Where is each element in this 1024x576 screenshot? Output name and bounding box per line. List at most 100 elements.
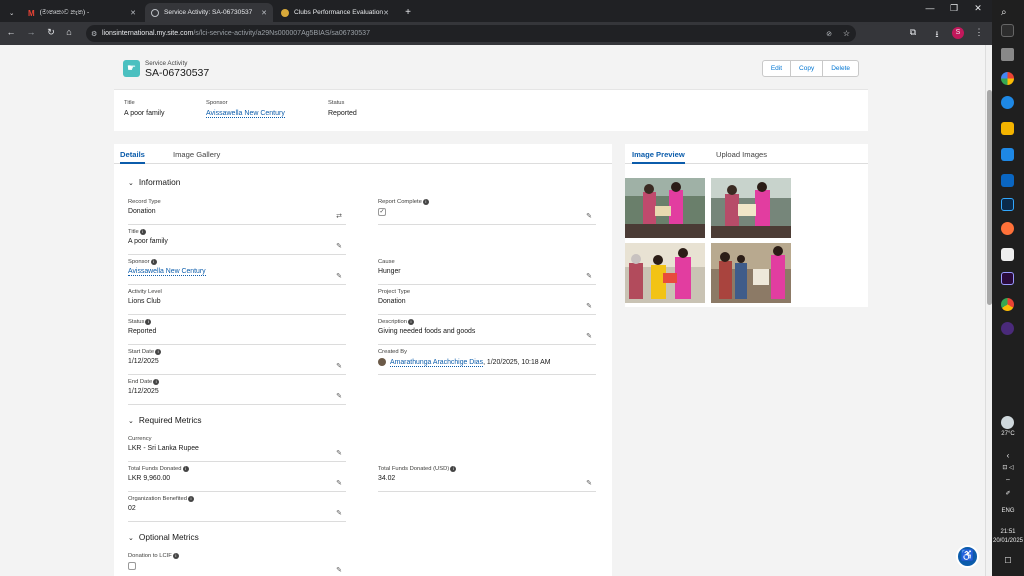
page-content: ☛ Service Activity SA-06730537 Edit Copy… bbox=[0, 45, 992, 576]
clock-time[interactable]: 21:51 bbox=[992, 529, 1024, 535]
edit-pencil-icon[interactable]: ✎ bbox=[336, 242, 342, 250]
firefox-icon[interactable] bbox=[1001, 222, 1014, 235]
site-info-icon[interactable]: ⚙ bbox=[91, 30, 97, 38]
tab-service-activity[interactable]: Service Activity: SA-06730537 ✕ bbox=[145, 3, 273, 22]
restore-icon[interactable]: ❐ bbox=[942, 3, 966, 14]
weather-temperature[interactable]: 27°C bbox=[992, 431, 1024, 437]
info-icon[interactable]: i bbox=[172, 553, 179, 559]
clock-date[interactable]: 20/01/2025 bbox=[992, 538, 1024, 544]
tab-search-button[interactable]: ⌄ bbox=[6, 3, 20, 22]
delete-button[interactable]: Delete bbox=[823, 61, 858, 76]
close-tab-icon[interactable]: ✕ bbox=[130, 9, 136, 17]
chevron-up-icon[interactable]: ‹ bbox=[992, 451, 1024, 460]
section-optional-metrics[interactable]: ⌄ Optional Metrics bbox=[128, 532, 199, 542]
search-icon[interactable]: ⌕ bbox=[1001, 7, 1014, 20]
tab-details[interactable]: Details bbox=[120, 150, 145, 164]
eye-off-icon[interactable]: ⊘ bbox=[826, 30, 832, 38]
new-tab-button[interactable]: + bbox=[400, 3, 416, 22]
info-icon[interactable]: i bbox=[187, 496, 194, 502]
activity-photo-2[interactable] bbox=[711, 178, 791, 238]
edit-pencil-icon[interactable]: ✎ bbox=[336, 272, 342, 280]
edit-pencil-icon[interactable]: ✎ bbox=[336, 449, 342, 457]
tab-gmail[interactable]: M (මාතෘකාව නැත) - ✕ bbox=[22, 3, 142, 22]
field-currency: Currency LKR - Sri Lanka Rupee ✎ bbox=[128, 435, 346, 462]
accessibility-icon[interactable]: ♿ bbox=[956, 545, 979, 568]
store-icon[interactable] bbox=[1001, 148, 1014, 161]
sponsor-link[interactable]: Avissawella New Century bbox=[206, 110, 285, 118]
edit-pencil-icon[interactable]: ✎ bbox=[586, 302, 592, 310]
edge-icon[interactable] bbox=[1001, 96, 1014, 109]
back-icon[interactable]: ← bbox=[4, 27, 18, 37]
info-icon[interactable]: i bbox=[155, 349, 162, 355]
media-player-icon[interactable] bbox=[1001, 322, 1014, 335]
profile-avatar[interactable]: S bbox=[952, 27, 964, 39]
section-information[interactable]: ⌄ Information bbox=[128, 177, 180, 187]
menu-icon[interactable]: ⋮ bbox=[972, 27, 986, 38]
network-sound-icons[interactable]: ⊡ ◁ bbox=[992, 464, 1024, 471]
highlight-status: Status Reported bbox=[328, 100, 357, 117]
highlight-title: Title A poor family bbox=[124, 100, 165, 117]
edit-pencil-icon[interactable]: ✎ bbox=[336, 362, 342, 370]
file-explorer-icon[interactable] bbox=[1001, 122, 1014, 135]
created-by-link[interactable]: Amarathunga Arachchige Dias bbox=[390, 358, 484, 367]
photos-icon[interactable] bbox=[1001, 72, 1014, 85]
info-icon[interactable]: i bbox=[450, 466, 457, 472]
lions-icon bbox=[281, 8, 289, 17]
notifications-icon[interactable]: ☐ bbox=[992, 556, 1024, 565]
close-tab-icon[interactable]: ✕ bbox=[383, 9, 389, 17]
pen-icon[interactable]: ✐ bbox=[992, 490, 1024, 497]
reload-icon[interactable]: ↻ bbox=[44, 27, 58, 38]
tab-clubs-performance[interactable]: Clubs Performance Evaluation ✕ bbox=[275, 3, 395, 22]
language-indicator[interactable]: ENG bbox=[992, 508, 1024, 514]
task-view-icon[interactable] bbox=[1001, 24, 1014, 37]
field-end-date: End Date i 1/12/2025 ✎ bbox=[128, 378, 346, 405]
donation-lcif-checkbox[interactable] bbox=[128, 562, 136, 570]
edit-pencil-icon[interactable]: ✎ bbox=[586, 272, 592, 280]
browser-toolbar: ← → ↻ ⌂ ⚙ lionsinternational.my.site.com… bbox=[0, 22, 992, 45]
chevron-down-icon: ⌄ bbox=[128, 418, 134, 425]
section-required-metrics[interactable]: ⌄ Required Metrics bbox=[128, 415, 202, 425]
edit-pencil-icon[interactable]: ✎ bbox=[336, 566, 342, 574]
info-icon[interactable]: i bbox=[182, 466, 189, 472]
app-icon[interactable] bbox=[1001, 248, 1014, 261]
info-icon[interactable]: i bbox=[145, 319, 152, 325]
info-icon[interactable]: i bbox=[150, 259, 157, 265]
mail-icon[interactable] bbox=[1001, 174, 1014, 187]
info-icon[interactable]: i bbox=[139, 229, 146, 235]
edit-pencil-icon[interactable]: ✎ bbox=[336, 479, 342, 487]
info-icon[interactable]: i bbox=[153, 379, 160, 385]
edit-pencil-icon[interactable]: ✎ bbox=[336, 509, 342, 517]
activity-photo-3[interactable] bbox=[625, 243, 705, 303]
address-bar[interactable]: ⚙ lionsinternational.my.site.com/s/lci-s… bbox=[86, 25, 856, 42]
chrome-icon[interactable] bbox=[1001, 298, 1014, 311]
extensions-icon[interactable]: ⧉ bbox=[906, 27, 920, 38]
copy-button[interactable]: Copy bbox=[791, 61, 824, 76]
close-window-icon[interactable]: ✕ bbox=[966, 3, 990, 14]
edit-pencil-icon[interactable]: ✎ bbox=[586, 332, 592, 340]
premiere-icon[interactable] bbox=[1001, 272, 1014, 285]
close-tab-icon[interactable]: ✕ bbox=[261, 9, 267, 17]
edit-pencil-icon[interactable]: ✎ bbox=[586, 212, 592, 220]
edit-button[interactable]: Edit bbox=[763, 61, 792, 76]
edit-pencil-icon[interactable]: ✎ bbox=[336, 392, 342, 400]
activity-photo-4[interactable] bbox=[711, 243, 791, 303]
chevron-down-icon: ⌄ bbox=[128, 535, 134, 542]
info-icon[interactable]: i bbox=[408, 319, 414, 325]
info-icon[interactable]: i bbox=[422, 199, 429, 205]
activity-photo-1[interactable] bbox=[625, 178, 705, 238]
tab-image-gallery[interactable]: Image Gallery bbox=[173, 150, 220, 159]
minimize-icon[interactable]: — bbox=[918, 3, 942, 13]
download-icon[interactable]: ⭳ bbox=[930, 27, 944, 43]
change-record-type-icon[interactable]: ⇄ bbox=[336, 212, 342, 220]
tab-image-preview[interactable]: Image Preview bbox=[632, 150, 685, 164]
wifi-icon[interactable]: ⌔ bbox=[992, 477, 1024, 485]
photoshop-icon[interactable] bbox=[1001, 198, 1014, 211]
tab-upload-images[interactable]: Upload Images bbox=[716, 150, 767, 159]
sponsor-link[interactable]: Avissawella New Century bbox=[128, 268, 206, 276]
home-icon[interactable]: ⌂ bbox=[62, 27, 76, 37]
edit-pencil-icon[interactable]: ✎ bbox=[586, 479, 592, 487]
forward-icon[interactable]: → bbox=[24, 27, 38, 37]
page-scrollbar[interactable] bbox=[985, 45, 992, 576]
file-icon[interactable] bbox=[1001, 48, 1014, 61]
bookmark-star-icon[interactable]: ☆ bbox=[843, 29, 850, 38]
